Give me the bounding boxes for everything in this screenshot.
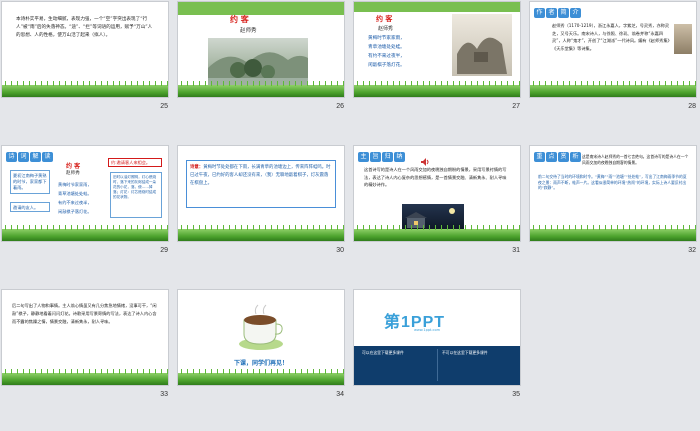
poem-line: 青草池塘处处蛙。 xyxy=(58,191,92,196)
tag-char: 赏 xyxy=(558,152,569,162)
slide-thumbnail-32[interactable]: 重 点 赏 析 这是南宋诗人赵师秀的一首七言绝句。这首诗写的是诗人在一个风雨交加… xyxy=(530,146,696,241)
tag-char: 词 xyxy=(18,152,29,162)
tag-char: 重 xyxy=(534,152,545,162)
coffee-cup-image xyxy=(236,300,286,352)
note-yue: 约:邀请客人来相会。 xyxy=(108,158,162,167)
tag-char: 主 xyxy=(358,152,369,162)
translation-box: 诗意：黄梅时节处处都在下雨，长满青草的池塘边上，传来阵阵蛙鸣。时已过午夜，已约好… xyxy=(186,160,336,208)
section-tag: 主 旨 归 纳 xyxy=(358,152,406,162)
section-tag: 诗 词 解 读 xyxy=(6,152,54,162)
slide-thumbnail-34[interactable]: 下课，同学们再见！ xyxy=(178,290,344,385)
translation-label: 诗意： xyxy=(190,165,204,170)
slide-number-25: 25 xyxy=(160,103,168,110)
ink-painting-svg xyxy=(457,37,507,74)
slide-thumbnail-30[interactable]: 诗意：黄梅时节处处都在下雨，长满青草的池塘边上，传来阵阵蛙鸣。时已过午夜，已约好… xyxy=(178,146,344,241)
tag-char: 读 xyxy=(42,152,53,162)
ink-painting-image xyxy=(452,14,512,76)
poem-line: 闲敲棋子落灯花。 xyxy=(58,209,92,214)
slide-number-30: 30 xyxy=(336,247,344,254)
slide-number-29: 29 xyxy=(160,247,168,254)
grass-decoration xyxy=(530,81,696,97)
grass-decoration xyxy=(2,225,168,241)
grass-decoration xyxy=(178,225,344,241)
poem-line: 有约不来过夜半， xyxy=(58,200,92,205)
grass-decoration xyxy=(354,225,520,241)
grass-decoration xyxy=(178,81,344,97)
slide-number-28: 28 xyxy=(688,103,696,110)
slide-number-33: 33 xyxy=(160,391,168,398)
slide-number-27: 27 xyxy=(512,103,520,110)
poem-line: 闲敲棋子落灯花。 xyxy=(368,63,405,68)
slide-29-author: 赵师秀 xyxy=(66,171,80,176)
note-denghua: 旧时以油灯照明，灯心燃烧时，落下来的灰烬结成一朵花的小花，落，使……掉落；灯花：… xyxy=(110,172,162,218)
slide-thumbnail-26[interactable]: 约 客 赵师秀 xyxy=(178,2,344,97)
poem-line: 黄梅时节家家雨， xyxy=(58,182,92,187)
tag-char: 诗 xyxy=(6,152,17,162)
tag-char: 析 xyxy=(570,152,581,162)
tag-char: 介 xyxy=(570,8,581,18)
download-panel: 可以在这里下载更多课件 不可以在这里下载更多课件 xyxy=(354,346,520,385)
grass-decoration xyxy=(2,369,168,385)
slide-number-35: 35 xyxy=(512,391,520,398)
slide-number-26: 26 xyxy=(336,103,344,110)
author-portrait-image xyxy=(674,24,692,54)
slide-27-title: 约 客 xyxy=(376,14,393,23)
tag-char: 简 xyxy=(558,8,569,18)
tag-char: 者 xyxy=(546,8,557,18)
poem-lines: 黄梅时节家家雨， 青草池塘处处蛙。 有约不来过夜半， 闲敲棋子落灯花。 xyxy=(58,180,92,216)
poem-line: 青草池塘处处蛙。 xyxy=(368,45,405,50)
slide-28-body: 赵师秀（1170-1219），浙江永嘉人，字紫芝，号灵秀，亦称灵芝，又号天乐。南… xyxy=(552,23,672,51)
speaker-icon[interactable] xyxy=(420,152,430,166)
slide-32-intro: 这是南宋诗人赵师秀的一首七言绝句。这首诗写的是诗人在一个风雨交加的夜晚独自期客的… xyxy=(582,154,689,165)
note-huangmei: 夏初江南梅子黄熟的时节，家家都下着雨。 xyxy=(10,170,50,194)
download-left-title: 可以在这里下载更多课件 xyxy=(362,350,404,355)
section-tag: 作 者 简 介 xyxy=(534,8,582,18)
slide-number-32: 32 xyxy=(688,247,696,254)
slide-thumbnail-28[interactable]: 作 者 简 介 赵师秀（1170-1219），浙江永嘉人，字紫芝，号灵秀，亦称灵… xyxy=(530,2,696,97)
slide-number-31: 31 xyxy=(512,247,520,254)
tag-char: 解 xyxy=(30,152,41,162)
slide-26-title: 约 客 xyxy=(230,14,249,24)
tag-char: 归 xyxy=(382,152,393,162)
slide-26-author: 赵师秀 xyxy=(240,28,257,34)
tag-char: 旨 xyxy=(370,152,381,162)
slide-thumbnail-31[interactable]: 主 旨 归 纳 这首诗写的是诗人在一个风雨交加的夜晚独自期盼的情景，采用写景衬情… xyxy=(354,146,520,241)
poem-lines: 黄梅时节家家雨， 青草池塘处处蛙。 有约不来过夜半， 闲敲棋子落灯花。 xyxy=(368,34,405,70)
goodbye-caption: 下课，同学们再见！ xyxy=(233,360,288,367)
grass-decoration xyxy=(2,81,168,97)
grass-decoration xyxy=(530,225,696,241)
translation-text: 黄梅时节处处都在下雨，长满青草的池塘边上，传来阵阵蛙鸣。时已过午夜，已约好的客人… xyxy=(190,165,331,186)
poem-line: 黄梅时节家家雨， xyxy=(368,36,405,41)
note-friend: 邀请的友人。 xyxy=(10,202,50,212)
tag-char: 点 xyxy=(546,152,557,162)
slide-29-title: 约 客 xyxy=(66,163,81,170)
grass-decoration xyxy=(354,81,520,97)
slide-thumbnail-35[interactable]: 第1PPT www.1ppt.com 可以在这里下载更多课件 不可以在这里下载更… xyxy=(354,290,520,385)
slide-27-author: 赵师秀 xyxy=(378,26,394,32)
slide-thumbnail-27[interactable]: 约 客 赵师秀 黄梅时节家家雨， 青草池塘处处蛙。 有约不来过夜半， 闲敲棋子落… xyxy=(354,2,520,97)
poem-line: 有约不来过夜半， xyxy=(368,54,405,59)
slide-31-body: 这首诗写的是诗人在一个风雨交加的夜晚独自期盼的情景，采用写景衬情的写法，表达了诗… xyxy=(364,167,507,188)
section-tag: 重 点 赏 析 xyxy=(534,152,582,162)
brand-url: www.1ppt.com xyxy=(414,328,441,332)
slide-32-analysis: 前二句交待了当时的环境和时令。“黄梅”“雨”“池塘”“处处蛙”，写出了江南梅雨季… xyxy=(538,174,687,191)
coffee-cup-svg xyxy=(239,304,283,350)
grass-decoration xyxy=(178,369,344,385)
tag-char: 纳 xyxy=(394,152,405,162)
slide-25-body: 本诗朴实平易，生动细腻，表现力强，一个“空”字突出表现了“行人”被“雨”后的失落… xyxy=(16,17,153,38)
slide-thumbnail-29[interactable]: 诗 词 解 读 约 客 约:邀请客人来相会。 赵师秀 黄梅时节家家雨， 青草池塘… xyxy=(2,146,168,241)
slide-thumbnail-33[interactable]: 后二句写出了人物和事情。主人翁心情虽又有几分焦急地情绪，没事可干，“闲敲”棋子，… xyxy=(2,290,168,385)
slide-thumbnail-25[interactable]: 本诗朴实平易，生动细腻，表现力强，一个“空”字突出表现了“行人”被“雨”后的失落… xyxy=(2,2,168,97)
slide-number-34: 34 xyxy=(336,391,344,398)
download-right-title: 不可以在这里下载更多课件 xyxy=(442,350,488,355)
tag-char: 作 xyxy=(534,8,545,18)
slide-33-body: 后二句写出了人物和事情。主人翁心情虽又有几分焦急地情绪，没事可干，“闲敲”棋子，… xyxy=(12,303,157,324)
